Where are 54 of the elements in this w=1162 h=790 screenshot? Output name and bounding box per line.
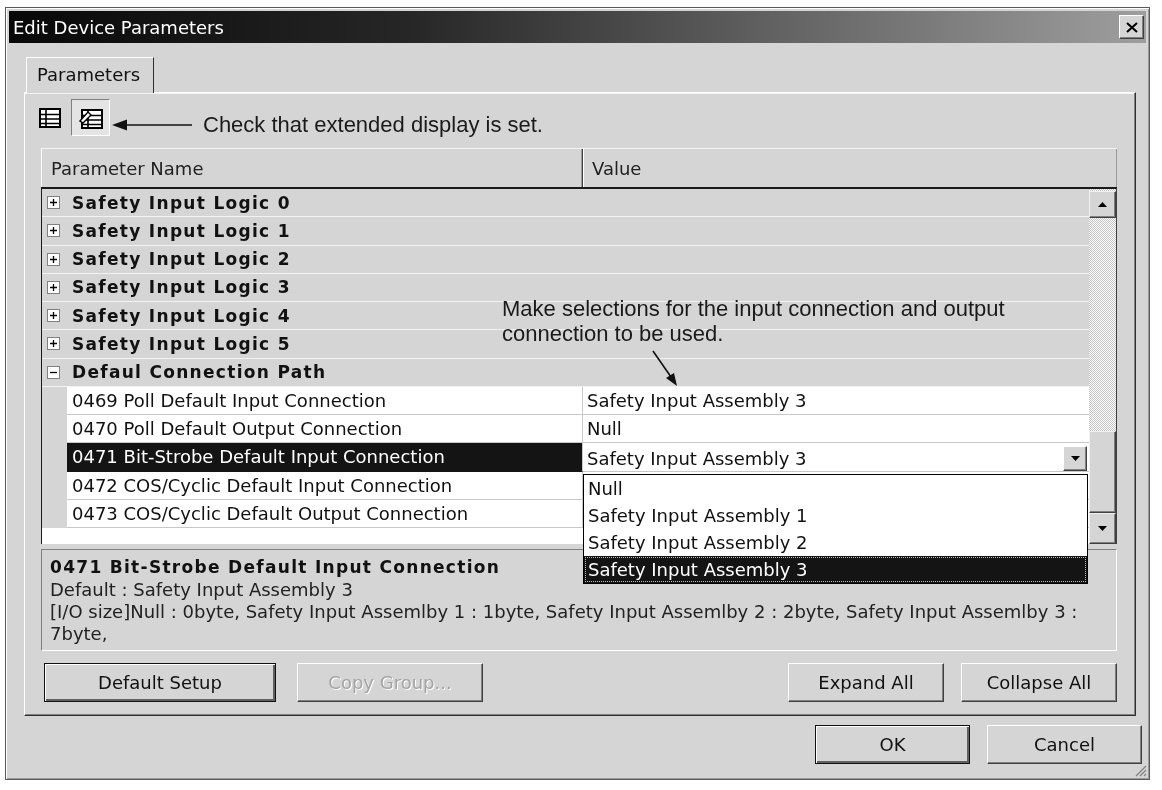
group-label[interactable]: Safety Input Logic 1 <box>72 220 291 241</box>
table-cell[interactable]: Null <box>583 415 1089 443</box>
view-toggle-button[interactable] <box>71 99 110 136</box>
plus-box-icon[interactable] <box>47 337 60 351</box>
column-header[interactable]: Parameter Name <box>41 149 583 187</box>
table-cell[interactable]: 0473 COS/Cyclic Default Output Connection <box>67 499 583 528</box>
plus-box-icon[interactable] <box>47 252 60 266</box>
group-label[interactable]: Safety Input Logic 5 <box>72 333 291 354</box>
group-label[interactable]: Safety Input Logic 0 <box>72 192 291 213</box>
callout-text: Make selections for the input connection and output connection to be used. <box>502 296 1006 346</box>
group-label[interactable]: Defaul Connection Path <box>72 362 327 383</box>
scrollbar-track[interactable] <box>1089 189 1116 544</box>
scroll-thumb[interactable] <box>1089 431 1116 513</box>
description-text: Default : Safety Input Assembly 3 <box>50 579 353 601</box>
grid-pencil-icon <box>78 106 103 129</box>
group-label[interactable]: Safety Input Logic 3 <box>72 277 291 298</box>
plus-box-icon[interactable] <box>47 224 60 238</box>
tab[interactable]: Parameters <box>26 57 155 93</box>
close-icon <box>1125 21 1138 33</box>
grid-icon <box>39 107 61 128</box>
plus-box-icon[interactable] <box>47 280 60 294</box>
callout-arrow <box>652 350 678 386</box>
close-button[interactable] <box>1119 15 1144 39</box>
plus-box-icon[interactable] <box>47 309 60 323</box>
dropdown-button[interactable] <box>1063 445 1087 471</box>
table-cell[interactable]: 0472 COS/Cyclic Default Input Connection <box>67 471 583 500</box>
caret-down-icon <box>1070 455 1080 461</box>
window-title: Edit Device Parameters <box>13 16 224 38</box>
dropdown-option[interactable]: Null <box>584 474 1087 502</box>
scroll-down-button[interactable] <box>1089 513 1116 544</box>
table-cell[interactable]: 0471 Bit-Strobe Default Input Connection <box>67 443 583 472</box>
dropdown-option[interactable]: Safety Input Assembly 3 <box>584 555 1087 583</box>
table-cell[interactable]: 0470 Poll Default Output Connection <box>67 415 583 444</box>
triangle-down-icon <box>1098 526 1107 531</box>
description-title: 0471 Bit-Strobe Default Input Connection <box>50 556 501 579</box>
callout-text: Check that extended display is set. <box>203 111 543 138</box>
push-button[interactable]: Default Setup <box>44 663 276 702</box>
dropdown-option[interactable]: Safety Input Assembly 2 <box>584 528 1087 556</box>
push-button[interactable]: Expand All <box>788 663 944 702</box>
resize-grip-icon[interactable] <box>1135 765 1147 777</box>
description-text: [I/O size]Null : 0byte, Safety Input Assemlby 1 : 1byte, Safety Input Assemlby 2 : 2byte, Safety Input Assemlby 3 : 7byte, <box>50 601 1079 645</box>
table-cell[interactable]: 0469 Poll Default Input Connection <box>67 386 583 415</box>
push-button[interactable]: Collapse All <box>961 663 1117 702</box>
scroll-up-button[interactable] <box>1089 191 1116 218</box>
dropdown-option[interactable]: Safety Input Assembly 1 <box>584 501 1087 529</box>
push-button[interactable]: OK <box>815 725 970 764</box>
group-label[interactable]: Safety Input Logic 2 <box>72 249 291 270</box>
column-header[interactable]: Value <box>583 149 1117 187</box>
triangle-up-icon <box>1098 202 1107 207</box>
minus-box-icon[interactable] <box>47 365 60 379</box>
push-button[interactable]: Cancel <box>987 725 1142 764</box>
group-label[interactable]: Safety Input Logic 4 <box>72 305 291 326</box>
table-cell[interactable]: Safety Input Assembly 3 <box>583 386 1089 414</box>
plus-box-icon[interactable] <box>47 196 60 210</box>
